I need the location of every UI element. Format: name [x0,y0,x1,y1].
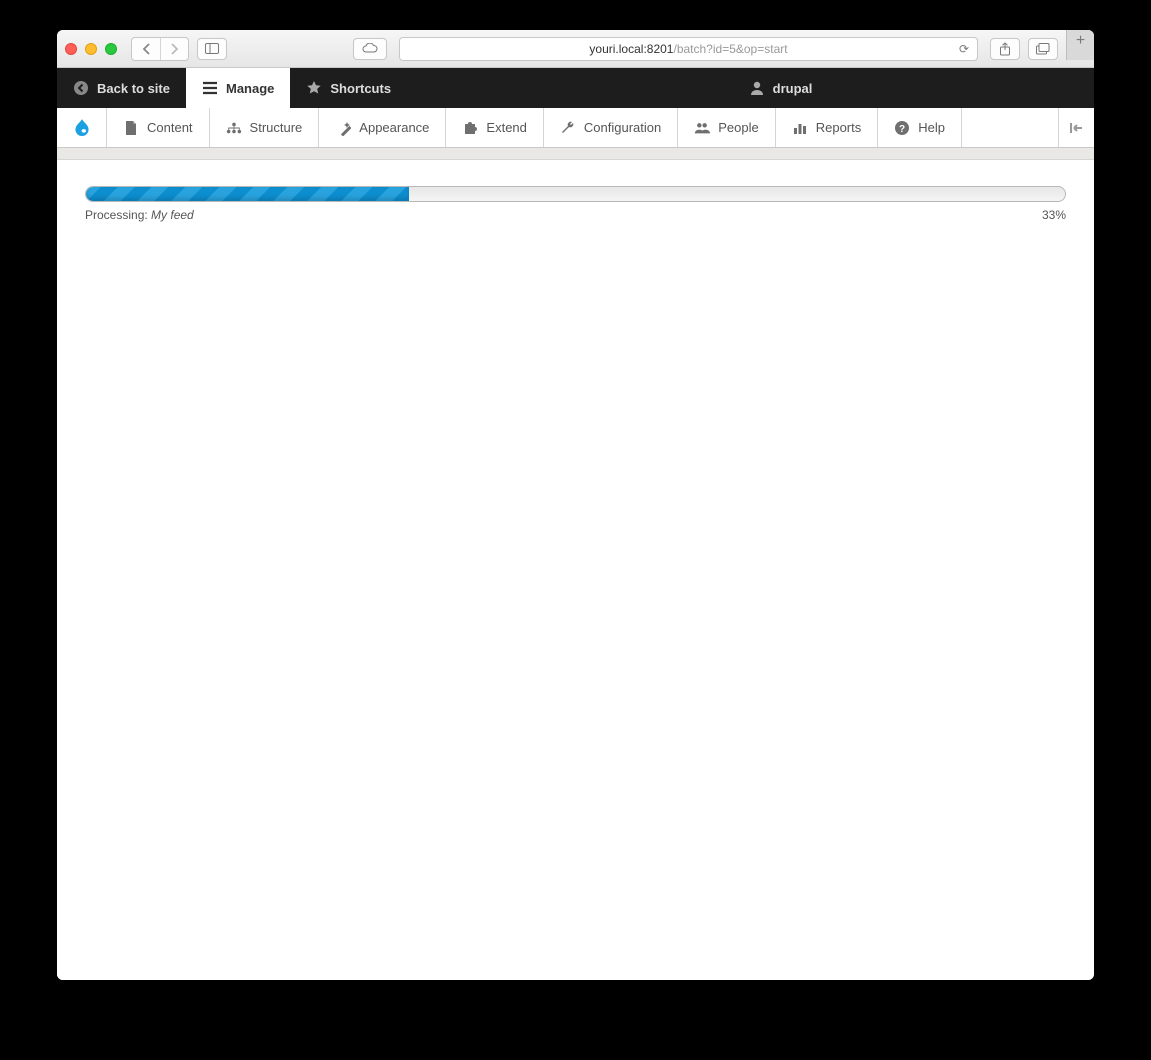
user-menu[interactable]: drupal [733,68,829,108]
hamburger-icon [202,80,218,96]
browser-window: youri.local:8201/batch?id=5&op=start ⟳ +… [57,30,1094,980]
menu-label: Configuration [584,120,661,135]
collapse-menu-button[interactable] [1058,108,1094,147]
menu-label: Appearance [359,120,429,135]
bar-chart-icon [792,120,808,136]
shortcuts-link[interactable]: Shortcuts [290,68,407,108]
menu-label: Reports [816,120,862,135]
tabs-button[interactable] [1028,38,1058,60]
user-label: drupal [773,81,813,96]
collapse-icon [1070,122,1084,134]
admin-menu: Content Structure Appearance Extend Conf… [57,108,1094,148]
svg-text:?: ? [899,124,905,135]
file-icon [123,120,139,136]
menu-people[interactable]: People [678,108,775,147]
reload-icon[interactable]: ⟳ [959,42,969,56]
browser-chrome: youri.local:8201/batch?id=5&op=start ⟳ + [57,30,1094,68]
page-content: Processing: My feed 33% [57,160,1094,980]
wrench-icon [560,120,576,136]
sidebar-toggle-button[interactable] [197,38,227,60]
shortcuts-label: Shortcuts [330,81,391,96]
admin-toolbar: Back to site Manage Shortcuts drupal [57,68,1094,108]
menu-label: Help [918,120,945,135]
menu-label: Structure [250,120,303,135]
back-button[interactable] [132,38,160,60]
share-button[interactable] [990,38,1020,60]
menu-label: People [718,120,758,135]
menu-extend[interactable]: Extend [446,108,543,147]
progress-percent: 33% [1042,208,1066,222]
progress-label: Processing: [85,208,148,222]
structure-icon [226,120,242,136]
progress-feed-name: My feed [151,208,194,222]
address-bar[interactable]: youri.local:8201/batch?id=5&op=start ⟳ [399,37,978,61]
new-tab-button[interactable]: + [1066,30,1094,60]
menu-structure[interactable]: Structure [210,108,320,147]
back-to-site-label: Back to site [97,81,170,96]
puzzle-icon [462,120,478,136]
window-controls [65,43,117,55]
progress-status: Processing: My feed [85,208,194,222]
url-path: /batch?id=5&op=start [673,42,787,56]
user-icon [749,80,765,96]
cloud-button[interactable] [353,38,387,60]
minimize-window-button[interactable] [85,43,97,55]
menu-label: Content [147,120,193,135]
back-circle-icon [73,80,89,96]
menu-configuration[interactable]: Configuration [544,108,678,147]
star-icon [306,80,322,96]
batch-progress: Processing: My feed 33% [85,186,1066,222]
wand-icon [335,120,351,136]
menu-reports[interactable]: Reports [776,108,879,147]
url-host: youri.local:8201 [589,42,673,56]
back-to-site-link[interactable]: Back to site [57,68,186,108]
people-icon [694,120,710,136]
progress-bar [85,186,1066,202]
drupal-icon [74,120,90,136]
nav-buttons [131,37,189,61]
zoom-window-button[interactable] [105,43,117,55]
progress-fill [86,187,409,201]
manage-label: Manage [226,81,274,96]
menu-label: Extend [486,120,526,135]
breadcrumb-bar [57,148,1094,160]
close-window-button[interactable] [65,43,77,55]
menu-content[interactable]: Content [107,108,210,147]
manage-toggle[interactable]: Manage [186,68,290,108]
menu-help[interactable]: ? Help [878,108,962,147]
menu-appearance[interactable]: Appearance [319,108,446,147]
question-icon: ? [894,120,910,136]
drupal-home-link[interactable] [57,108,107,147]
forward-button[interactable] [160,38,188,60]
